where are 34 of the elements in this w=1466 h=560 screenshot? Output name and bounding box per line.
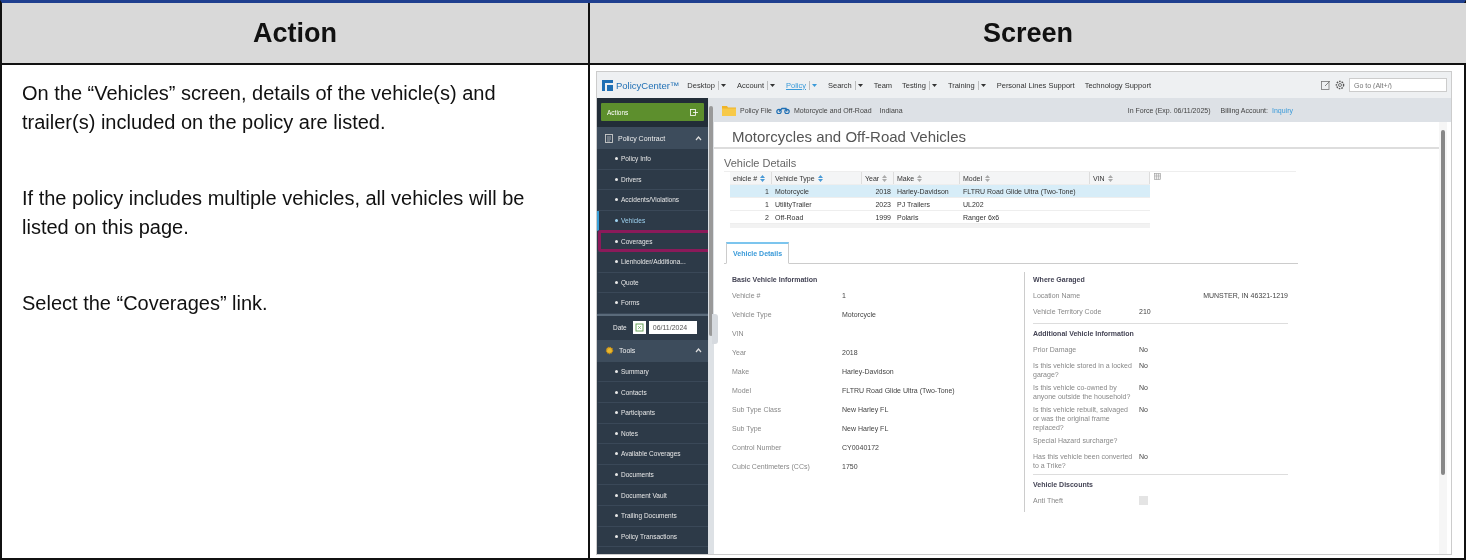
dropdown-caret-icon[interactable] [854, 80, 864, 90]
edit-icon[interactable] [1321, 80, 1331, 90]
instruction-text: Select the “Coverages” link. [22, 291, 269, 316]
dropdown-caret-icon[interactable] [767, 80, 776, 90]
scrollbar-thumb[interactable] [709, 106, 713, 336]
column-picker-icon[interactable] [1154, 173, 1161, 180]
chevron-icon[interactable] [695, 348, 702, 354]
calendar-icon[interactable] [632, 321, 646, 335]
document-icon [605, 133, 613, 143]
instruction-text: If the policy includes multiple vehicles, all vehicles will be listed on this page. [22, 186, 526, 240]
tools-icon [605, 346, 614, 356]
dropdown-caret-icon[interactable] [717, 80, 727, 90]
scrollbar-thumb[interactable] [1441, 130, 1445, 475]
chevron-icon[interactable] [695, 135, 702, 141]
instruction-text: On the “Vehicles” screen, details of the vehicle(s) and trailer(s) included on the policy are listed. [22, 81, 497, 135]
motorcycle-icon [775, 106, 790, 114]
column-header: Screen [590, 3, 1466, 65]
page-title: Motorcycles and Off-Road Vehicles [714, 128, 1439, 149]
checkbox[interactable] [1139, 496, 1148, 505]
sort-icon[interactable] [760, 174, 766, 182]
sort-icon[interactable] [1107, 174, 1113, 182]
column-header: Action [2, 3, 590, 65]
sort-icon[interactable] [817, 174, 823, 182]
sort-icon[interactable] [882, 174, 888, 182]
app-logo-text: PolicyCenter™ [616, 79, 680, 91]
splitter-handle[interactable] [712, 314, 718, 344]
sort-icon[interactable] [917, 174, 923, 182]
sort-icon[interactable] [985, 174, 991, 182]
folder-icon [722, 104, 736, 116]
dropdown-caret-icon[interactable] [928, 80, 938, 90]
menu-arrow-icon [690, 108, 698, 116]
dropdown-caret-icon[interactable] [977, 80, 987, 90]
logo-icon [602, 79, 613, 91]
settings-icon[interactable] [1335, 80, 1345, 90]
